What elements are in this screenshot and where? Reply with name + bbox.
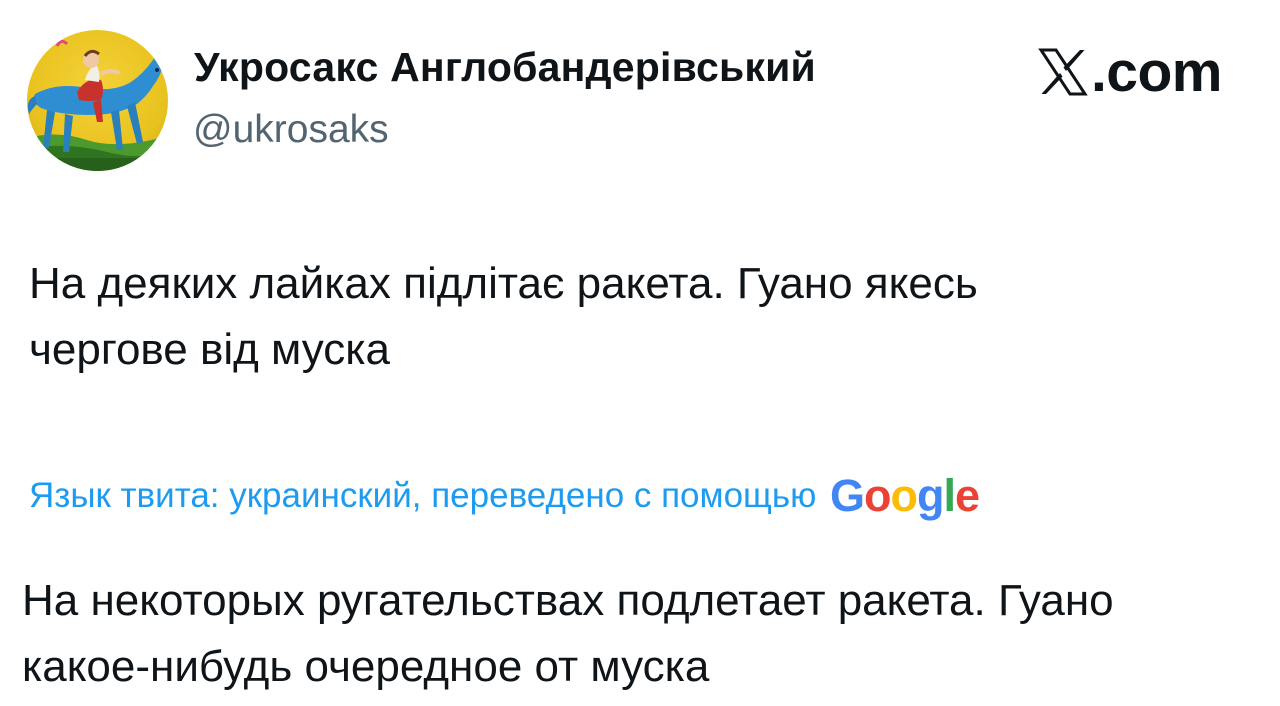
display-name[interactable]: Укросакс Англобандерівський	[194, 44, 816, 91]
tweet-text-line: чергове від муска	[29, 325, 390, 374]
avatar-painting-icon	[27, 30, 168, 171]
translation-bar[interactable]: Язык твита: украинский, переведено с пом…	[29, 466, 990, 526]
brand-watermark: .com	[1038, 40, 1223, 104]
translated-text-line: На некоторых ругательствах подлетает рак…	[22, 576, 1114, 625]
translated-text-line: какое-нибудь очередное от муска	[22, 642, 710, 691]
google-logo: Google	[830, 471, 980, 521]
translated-text: На некоторых ругательствах подлетает рак…	[22, 568, 1262, 700]
tweet-card: Укросакс Англобандерівський @ukrosaks .c…	[0, 0, 1280, 706]
tweet-text: На деяких лайках підлітає ракета. Гуано …	[29, 251, 1249, 383]
translation-label[interactable]: Язык твита: украинский, переведено с пом…	[29, 476, 816, 516]
avatar[interactable]	[27, 30, 168, 171]
brand-domain: .com	[1090, 40, 1223, 104]
tweet-text-line: На деяких лайках підлітає ракета. Гуано …	[29, 259, 978, 308]
x-logo-icon	[1038, 48, 1088, 96]
handle[interactable]: @ukrosaks	[193, 108, 389, 152]
svg-text:Google: Google	[830, 471, 979, 521]
